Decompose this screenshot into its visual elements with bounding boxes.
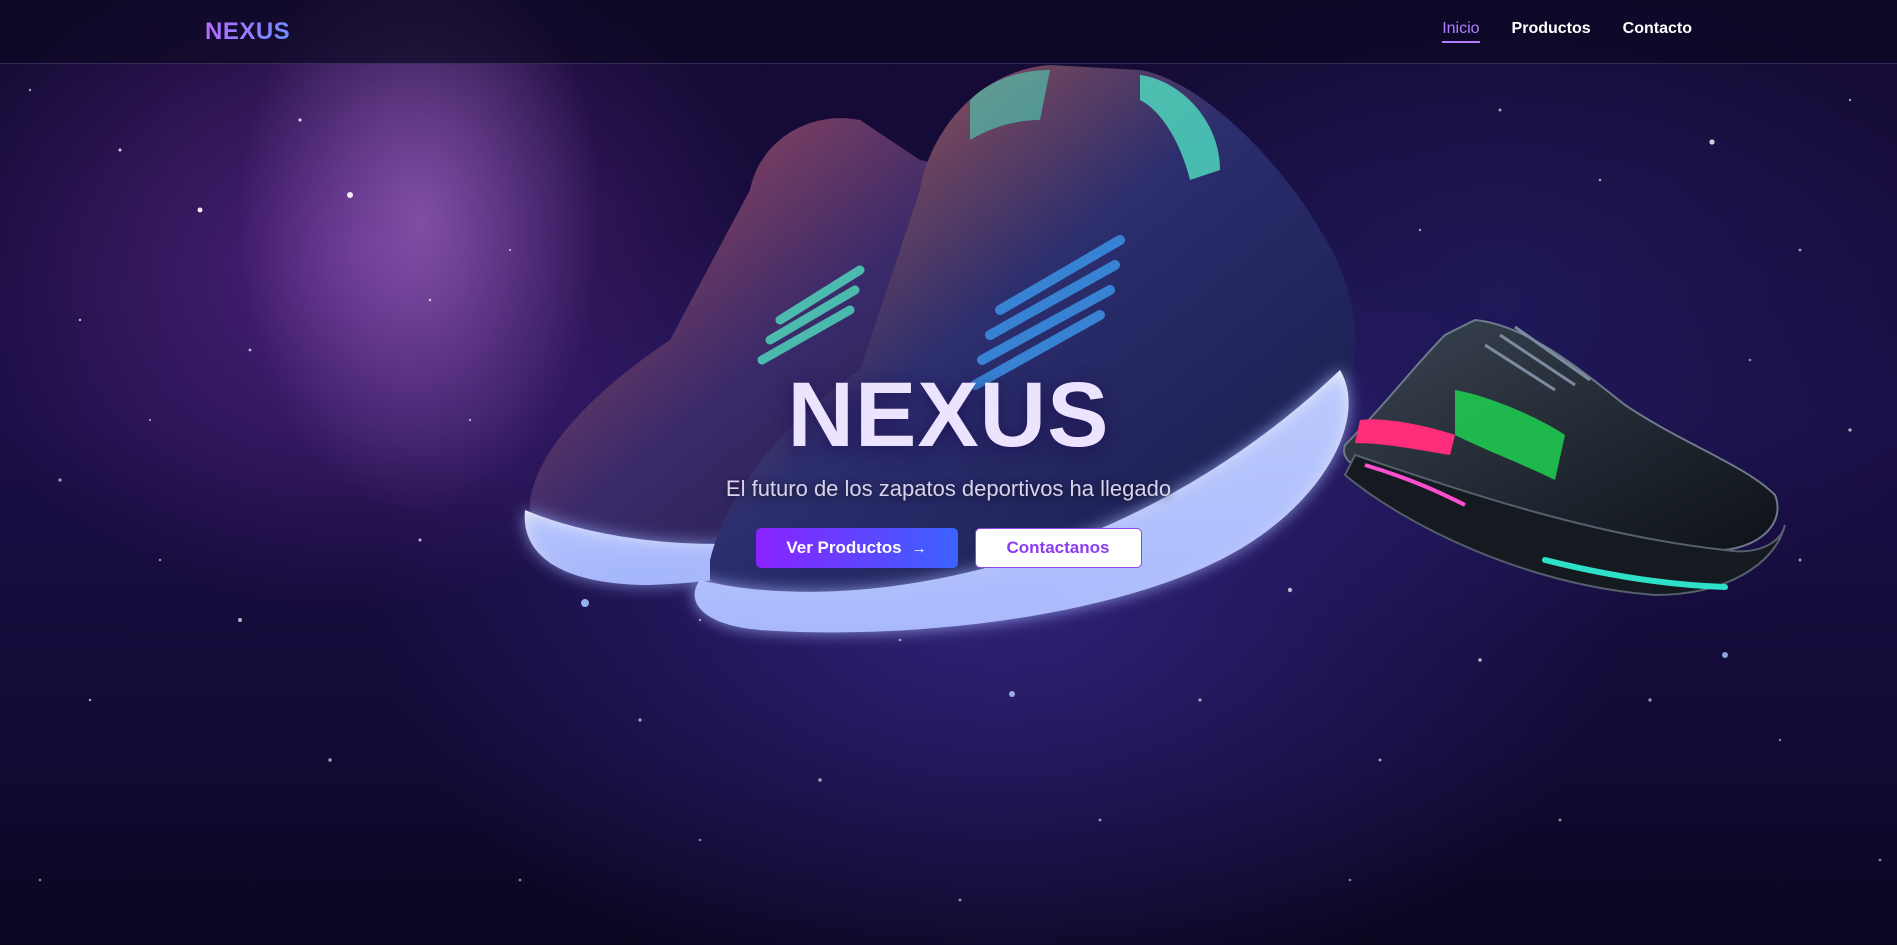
hero-subtitle: El futuro de los zapatos deportivos ha l…: [725, 476, 1172, 501]
nav-menu: Inicio Productos Contacto: [1442, 20, 1692, 43]
nav-link-contacto[interactable]: Contacto: [1623, 20, 1692, 43]
view-products-label: Ver Productos: [786, 538, 902, 557]
nav-link-inicio[interactable]: Inicio: [1442, 20, 1480, 43]
hero-buttons: Ver Productos → Contactanos: [0, 528, 1897, 568]
brand-logo[interactable]: NEXUS: [205, 18, 290, 46]
hero-title: NEXUS: [787, 364, 1110, 466]
contact-button[interactable]: Contactanos: [974, 528, 1142, 568]
nav-link-productos[interactable]: Productos: [1512, 20, 1591, 43]
view-products-button[interactable]: Ver Productos →: [755, 528, 958, 568]
hero-section: NEXUS El futuro de los zapatos deportivo…: [0, 0, 1897, 945]
navbar: NEXUS Inicio Productos Contacto: [0, 0, 1897, 64]
arrow-right-icon: →: [911, 539, 927, 557]
hero-content: NEXUS El futuro de los zapatos deportivo…: [0, 360, 1897, 568]
